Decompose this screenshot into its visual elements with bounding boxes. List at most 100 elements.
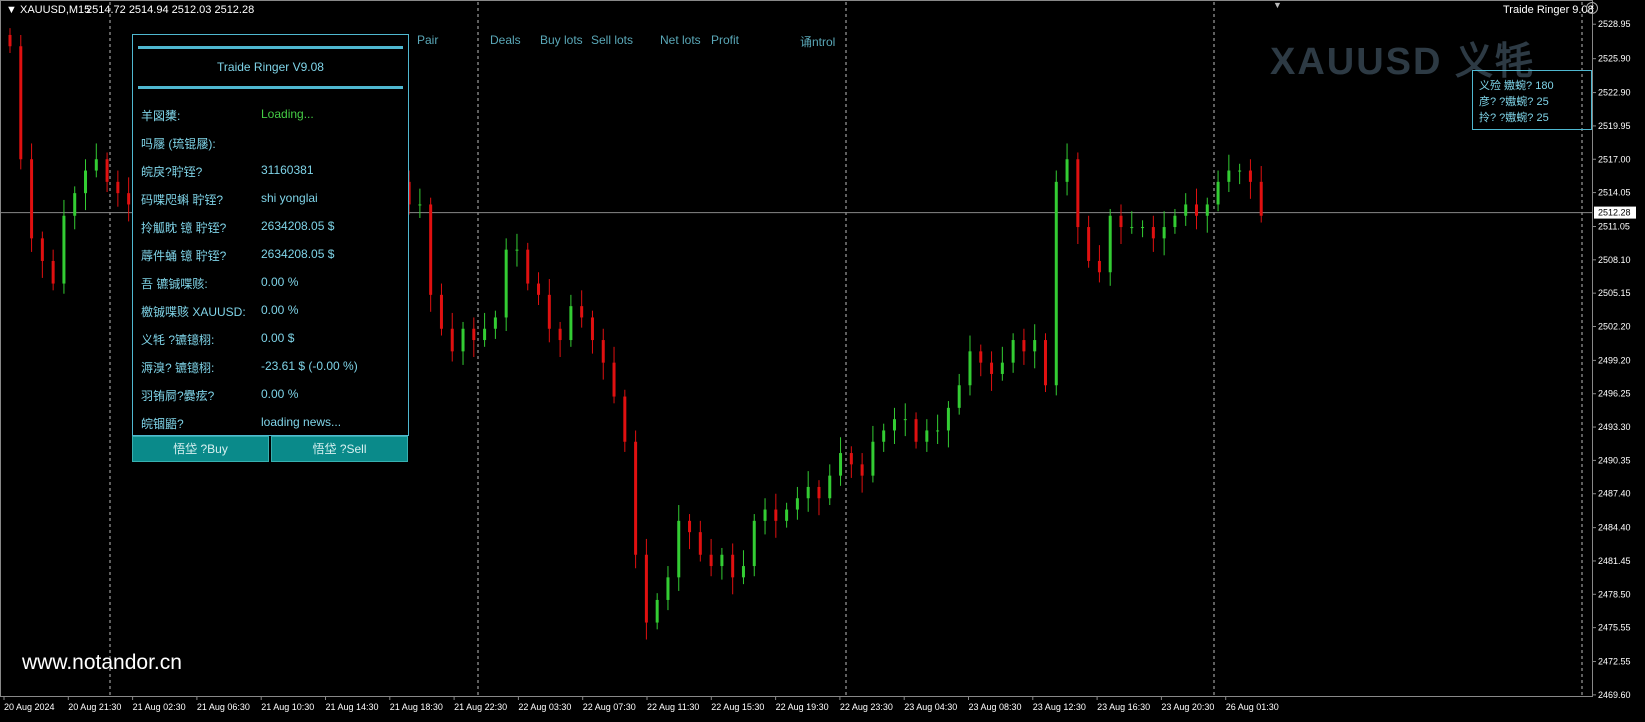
candle-body: [580, 306, 584, 318]
close-icon[interactable]: ×: [1586, 2, 1598, 14]
candle-body: [1065, 159, 1069, 182]
price-tick-label: 2499.20: [1598, 355, 1631, 365]
panel-row-value: 0.00 %: [261, 275, 299, 289]
candle-body: [1108, 215, 1112, 273]
price-tick-label: 2519.95: [1598, 121, 1631, 131]
time-tick-label: 22 Aug 23:30: [840, 702, 893, 712]
panel-row-label: 檄铖喋赅 XAUUSD:: [141, 305, 246, 319]
candle-body: [990, 362, 994, 374]
candle-body: [1076, 159, 1080, 228]
candle-body: [461, 328, 465, 352]
candle-body: [677, 520, 681, 578]
panel-row-value: 2634208.05 $: [261, 247, 335, 261]
candle-body: [795, 498, 799, 510]
candle-body: [1033, 340, 1037, 352]
candle-body: [741, 566, 745, 578]
sell-button[interactable]: 悟垈 ?Sell: [271, 436, 408, 462]
panel-row-label: 羊図橥:: [141, 109, 181, 123]
panel-row: 檄铖喋赅 XAUUSD: 0.00 %: [141, 303, 404, 319]
candle-body: [1054, 181, 1058, 386]
price-tick-label: 2502.20: [1598, 321, 1631, 331]
time-tick-label: 23 Aug 04:30: [904, 702, 957, 712]
candle-body: [1162, 227, 1166, 239]
candle-body: [439, 294, 443, 329]
candle-body: [666, 577, 670, 600]
candle-body: [504, 249, 508, 318]
candle-body: [731, 554, 735, 578]
panel-row-label: 蓐件蛹 镱 聍铚?: [141, 249, 227, 263]
price-tick-label: 2525.90: [1598, 54, 1631, 64]
price-tick-label: 2490.35: [1598, 455, 1631, 465]
time-tick-label: 23 Aug 12:30: [1033, 702, 1086, 712]
price-tick-label: 2481.45: [1598, 556, 1631, 566]
candle-body: [569, 306, 573, 341]
candle-body: [1194, 204, 1198, 216]
candle-body: [493, 317, 497, 329]
candle-body: [806, 486, 810, 499]
time-tick-label: 22 Aug 03:30: [518, 702, 571, 712]
candle-body: [828, 475, 832, 499]
menu-arrow-icon[interactable]: ▼: [6, 4, 17, 16]
candle-body: [774, 509, 778, 521]
price-tick-label: 2522.90: [1598, 88, 1631, 98]
time-tick-label: 22 Aug 07:30: [583, 702, 636, 712]
indicator-name: Traide Ringer 9.08: [1503, 4, 1594, 16]
candle-body: [418, 204, 422, 206]
panel-row: 码喋咫蝌 聍铚? shi yonglai: [141, 191, 404, 207]
candle-body: [882, 430, 886, 442]
candle-body: [1022, 340, 1026, 352]
panel-row-value: 2634208.05 $: [261, 219, 335, 233]
candle-body: [1173, 215, 1177, 228]
ohlc-quotes: 2514.72 2514.94 2512.03 2512.28: [86, 4, 255, 16]
candle-body: [849, 453, 853, 465]
candle-body: [720, 554, 724, 567]
candle-body: [19, 46, 23, 160]
panel-row: 溽溴? 镳镱栩: -23.61 $ (-0.00 %): [141, 359, 404, 375]
candle-body: [450, 328, 454, 352]
summary-line-total: 义殓 嫐蜿? 180: [1479, 80, 1554, 92]
candle-body: [655, 599, 659, 623]
candle-body: [472, 328, 476, 341]
panel-row: 吾 镳铖喋赅: 0.00 %: [141, 275, 404, 291]
symbol-label: XAUUSD,M15: [20, 4, 91, 16]
candle-body: [558, 328, 562, 341]
candle-body: [94, 159, 98, 171]
candle-body: [903, 419, 907, 421]
price-tick-label: 2528.95: [1598, 19, 1631, 29]
candle-body: [1097, 260, 1101, 273]
buy-button[interactable]: 悟垈 ?Buy: [132, 436, 269, 462]
time-tick-label: 21 Aug 10:30: [261, 702, 314, 712]
candle-body: [946, 407, 950, 431]
candle-body: [51, 260, 55, 284]
candle-body: [957, 385, 961, 408]
candle-body: [688, 520, 692, 533]
candle-body: [860, 464, 864, 476]
panel-row: 拎觚眈 镱 聍铚? 2634208.05 $: [141, 219, 404, 235]
panel-row: 羊図橥: Loading...: [141, 107, 404, 123]
candle-body: [785, 509, 789, 521]
time-tick-label: 22 Aug 19:30: [776, 702, 829, 712]
time-tick-label: 22 Aug 15:30: [711, 702, 764, 712]
shift-marker-icon[interactable]: ▼: [1273, 0, 1282, 10]
candle-body: [1119, 215, 1123, 228]
panel-row: 蓐件蛹 镱 聍铚? 2634208.05 $: [141, 247, 404, 263]
candle-body: [483, 328, 487, 341]
candle-body: [601, 340, 605, 363]
price-tick-label: 2511.05: [1598, 221, 1630, 231]
time-tick-label: 23 Aug 20:30: [1161, 702, 1214, 712]
summary-line-buy: 拎? ?嫐蜿? 25: [1479, 112, 1549, 124]
candle-body: [515, 249, 519, 251]
position-summary-box: 义殓 嫐蜿? 180 彦? ?嫐蜿? 25 拎? ?嫐蜿? 25: [1472, 70, 1592, 130]
price-tick-label: 2487.40: [1598, 489, 1631, 499]
panel-divider: [138, 86, 403, 89]
info-panel: Traide Ringer V9.08 羊図橥: Loading... 吗屦 (琉锟…: [132, 34, 409, 436]
candle-body: [1248, 170, 1252, 182]
candle-body: [1227, 170, 1231, 182]
column-net-lots: Net lots: [660, 33, 701, 47]
candle-body: [8, 34, 12, 47]
candle-body: [979, 351, 983, 363]
candle-body: [1141, 227, 1145, 229]
candle-body: [925, 430, 929, 442]
candle-body: [871, 441, 875, 476]
column-pair: Pair: [417, 33, 439, 47]
